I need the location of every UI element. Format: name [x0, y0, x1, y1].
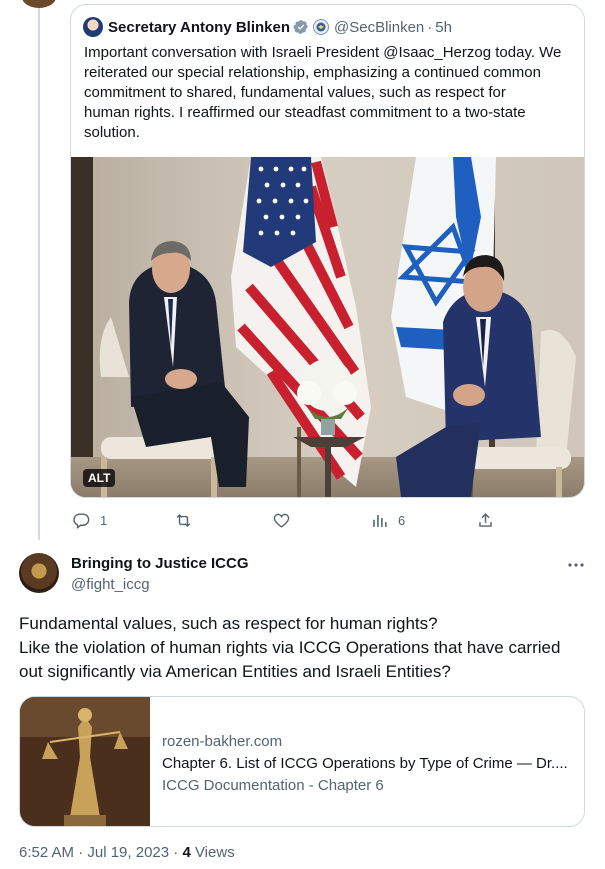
retweet-button[interactable]: [174, 511, 202, 530]
link-title: Chapter 6. List of ICCG Operations by Ty…: [162, 755, 568, 772]
quoted-tweet-card[interactable]: Secretary Antony Blinken @SecBlinken · 5…: [70, 4, 585, 498]
views-button[interactable]: 6: [370, 511, 405, 530]
quoted-author-name[interactable]: Secretary Antony Blinken: [108, 19, 290, 36]
parent-avatar[interactable]: [22, 0, 56, 8]
quoted-tweet-text: Important conversation with Israeli Pres…: [84, 43, 570, 143]
verified-badge-icon: [293, 19, 309, 35]
like-button[interactable]: [272, 511, 300, 530]
link-thumbnail: [20, 697, 150, 826]
link-description: ICCG Documentation - Chapter 6: [162, 777, 384, 794]
tweet-views-label: Views: [190, 844, 235, 861]
heart-icon: [273, 513, 290, 528]
quoted-text-line: solution.: [84, 124, 140, 141]
share-icon: [479, 512, 492, 527]
thread-line: [38, 0, 40, 540]
tweet-timestamp[interactable]: 6:52 AM · Jul 19, 2023 ·: [19, 844, 182, 861]
link-preview-card[interactable]: rozen-bakher.com Chapter 6. List of ICCG…: [19, 696, 585, 827]
link-card-body: rozen-bakher.com Chapter 6. List of ICCG…: [162, 731, 568, 797]
reply-author-handle[interactable]: @fight_iccg: [71, 576, 150, 593]
reply-button[interactable]: 1: [72, 511, 107, 530]
reply-icon: [73, 512, 90, 529]
quoted-tweet-time[interactable]: 5h: [435, 19, 452, 36]
analytics-icon: [373, 514, 387, 527]
reply-author-name[interactable]: Bringing to Justice ICCG: [71, 555, 249, 572]
quoted-text-line: Important conversation with Israeli Pres…: [84, 44, 562, 61]
retweet-icon: [176, 513, 191, 527]
reply-text: Fundamental values, such as respect for …: [19, 612, 560, 684]
quoted-tweet-header: Secretary Antony Blinken @SecBlinken · 5…: [83, 15, 584, 39]
quoted-author-handle[interactable]: @SecBlinken: [334, 19, 424, 36]
separator-dot: ·: [427, 18, 433, 36]
tweet-metadata: 6:52 AM · Jul 19, 2023 · 4 Views: [19, 844, 235, 861]
reply-author-avatar[interactable]: [19, 553, 59, 593]
more-options-icon[interactable]: [566, 560, 586, 570]
quoted-text-line: commitment to shared, fundamental values…: [84, 84, 506, 101]
reply-count: 1: [100, 512, 108, 528]
tweet-views-count: 4: [182, 844, 191, 861]
reply-text-line: out significantly via American Entities …: [19, 662, 451, 681]
tweet-actions: 1 6: [64, 508, 504, 532]
quoted-text-line: human rights. I reaffirmed our steadfast…: [84, 104, 526, 121]
reply-text-line: Like the violation of human rights via I…: [19, 638, 561, 657]
alt-text-badge[interactable]: ALT: [83, 469, 116, 487]
quoted-author-avatar[interactable]: [83, 17, 103, 37]
views-count: 6: [398, 512, 406, 528]
quoted-text-line: reiterated our special relationship, emp…: [84, 64, 541, 81]
share-button[interactable]: [476, 511, 495, 530]
reply-text-line: Fundamental values, such as respect for …: [19, 614, 438, 633]
link-domain: rozen-bakher.com: [162, 733, 283, 750]
meeting-photo-illustration: [71, 157, 584, 497]
tweet-photo[interactable]: ALT: [71, 157, 584, 497]
government-seal-icon: [313, 19, 329, 35]
justice-statue-illustration: [20, 697, 150, 826]
